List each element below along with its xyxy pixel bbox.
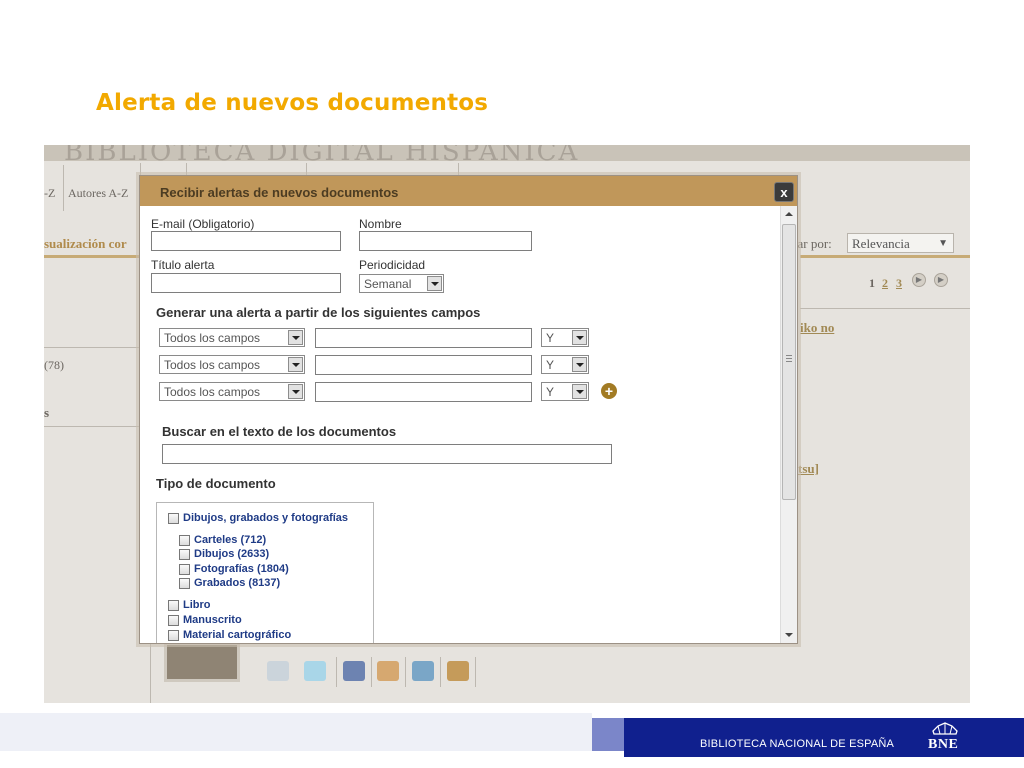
checkbox[interactable]: [179, 577, 190, 589]
bg-banner: BIBLIOTECA DIGITAL HISPÁNICA: [44, 145, 970, 167]
bg-sort-select: Relevancia ▼: [847, 233, 954, 253]
facebook-icon: [343, 661, 365, 681]
doctype-item-manuscrito[interactable]: Manuscrito: [168, 614, 242, 626]
bg-page-3: 3: [896, 276, 902, 290]
generate-alert-heading: Generar una alerta a partir de los sigui…: [156, 305, 481, 320]
email-label: E-mail (Obligatorio): [151, 217, 255, 231]
slide-title: Alerta de nuevos documentos: [96, 90, 489, 116]
checkbox[interactable]: [168, 614, 179, 626]
criteria-operator-select-3[interactable]: Y: [541, 382, 589, 401]
name-label: Nombre: [359, 217, 402, 231]
alert-dialog: Recibir alertas de nuevos documentos x E…: [139, 175, 798, 644]
doctype-list: Dibujos, grabados y fotografías Carteles…: [156, 502, 374, 643]
alert-title-field[interactable]: [151, 273, 341, 293]
dialog-body: E-mail (Obligatorio) Nombre Título alert…: [140, 206, 780, 643]
bg-nav-authors: Autores A-Z: [68, 186, 129, 200]
bg-visualization-label: sualización cor: [44, 236, 127, 251]
doctype-item-grabados[interactable]: Grabados (8137): [179, 577, 280, 589]
bg-icon-separator: [336, 657, 337, 687]
doctype-group-drawings[interactable]: Dibujos, grabados y fotografías: [168, 512, 348, 524]
alert-title-label: Título alerta: [151, 258, 215, 272]
footer-institution: BIBLIOTECA NACIONAL DE ESPAÑA: [700, 738, 895, 750]
bg-icon-separator: [371, 657, 372, 687]
chevron-down-icon[interactable]: [288, 357, 303, 372]
last-page-icon: ▶: [934, 273, 948, 287]
bg-orange-rule: [800, 255, 970, 258]
periodicity-value: Semanal: [364, 277, 412, 291]
doctype-item-dibujos[interactable]: Dibujos (2633): [179, 548, 269, 560]
dialog-header: Recibir alertas de nuevos documentos x: [140, 176, 797, 206]
footer-light-band: [0, 713, 592, 751]
bg-page-1: 1: [869, 276, 875, 290]
criteria-operator-select-1[interactable]: Y: [541, 328, 589, 347]
twitter-icon: [304, 661, 326, 681]
scroll-up-icon[interactable]: [781, 206, 797, 222]
bg-icon-separator: [440, 657, 441, 687]
criteria-operator-select-2[interactable]: Y: [541, 355, 589, 374]
chevron-down-icon[interactable]: [288, 330, 303, 345]
add-criteria-button[interactable]: +: [601, 383, 617, 399]
share-icon: [412, 661, 434, 681]
checkbox[interactable]: [168, 629, 179, 641]
criteria-field-select-2[interactable]: Todos los campos: [159, 355, 305, 374]
bg-divider: [44, 426, 140, 427]
doctype-item-cartografico[interactable]: Material cartográfico: [168, 629, 291, 641]
bg-icon-separator: [475, 657, 476, 687]
doctype-heading: Tipo de documento: [156, 476, 276, 491]
email-field[interactable]: [151, 231, 341, 251]
periodicity-select[interactable]: Semanal: [359, 274, 444, 293]
bg-result-link-2: tsu]: [798, 461, 819, 476]
bg-divider: [800, 308, 970, 309]
fulltext-search-input[interactable]: [162, 444, 612, 464]
bne-logo-text: BNE: [928, 737, 959, 752]
scrollbar-thumb[interactable]: [782, 224, 796, 500]
footer-accent-square: [592, 718, 624, 751]
bg-count: (78): [44, 358, 64, 372]
grip-icon: [786, 355, 792, 362]
criteria-term-input-1[interactable]: [315, 328, 532, 348]
bg-divider: [44, 347, 140, 348]
doctype-item-fotografias[interactable]: Fotografías (1804): [179, 563, 289, 575]
comment-icon: [447, 661, 469, 681]
bg-icon-separator: [405, 657, 406, 687]
bg-section: s: [44, 405, 50, 420]
checkbox[interactable]: [168, 512, 179, 524]
crown-icon: [932, 722, 958, 735]
chevron-down-icon[interactable]: [572, 384, 587, 399]
criteria-field-select-1[interactable]: Todos los campos: [159, 328, 305, 347]
dialog-scrollbar[interactable]: [780, 206, 797, 643]
criteria-term-input-2[interactable]: [315, 355, 532, 375]
checkbox[interactable]: [179, 534, 190, 546]
doctype-item-carteles[interactable]: Carteles (712): [179, 534, 266, 546]
chevron-down-icon[interactable]: [288, 384, 303, 399]
bg-divider: [150, 643, 151, 703]
dialog-title: Recibir alertas de nuevos documentos: [160, 185, 399, 200]
bg-nav-fragment: -Z: [44, 186, 56, 200]
link-icon: [377, 661, 399, 681]
bg-banner-text: BIBLIOTECA DIGITAL HISPÁNICA: [64, 145, 580, 167]
chevron-down-icon[interactable]: [427, 276, 442, 291]
bg-result-link-1: iko no: [800, 320, 835, 335]
periodicity-label: Periodicidad: [359, 258, 426, 272]
chevron-down-icon: ▼: [938, 238, 948, 249]
bg-divider: [63, 165, 64, 211]
checkbox[interactable]: [168, 599, 179, 611]
bg-page-2: 2: [882, 276, 888, 290]
checkbox[interactable]: [179, 563, 190, 575]
name-field[interactable]: [359, 231, 532, 251]
email-icon: [267, 661, 289, 681]
criteria-term-input-3[interactable]: [315, 382, 532, 402]
fulltext-heading: Buscar en el texto de los documentos: [162, 424, 397, 439]
doctype-item-libro[interactable]: Libro: [168, 599, 211, 611]
next-page-icon: ▶: [912, 273, 926, 287]
bg-orange-rule: [44, 255, 140, 258]
scroll-down-icon[interactable]: [781, 627, 797, 643]
chevron-down-icon[interactable]: [572, 357, 587, 372]
bg-result-thumbnail: [164, 642, 240, 682]
close-button[interactable]: x: [774, 182, 794, 202]
checkbox[interactable]: [179, 548, 190, 560]
criteria-field-select-3[interactable]: Todos los campos: [159, 382, 305, 401]
chevron-down-icon[interactable]: [572, 330, 587, 345]
slide: Alerta de nuevos documentos BIBLIOTECA D…: [0, 0, 1024, 768]
